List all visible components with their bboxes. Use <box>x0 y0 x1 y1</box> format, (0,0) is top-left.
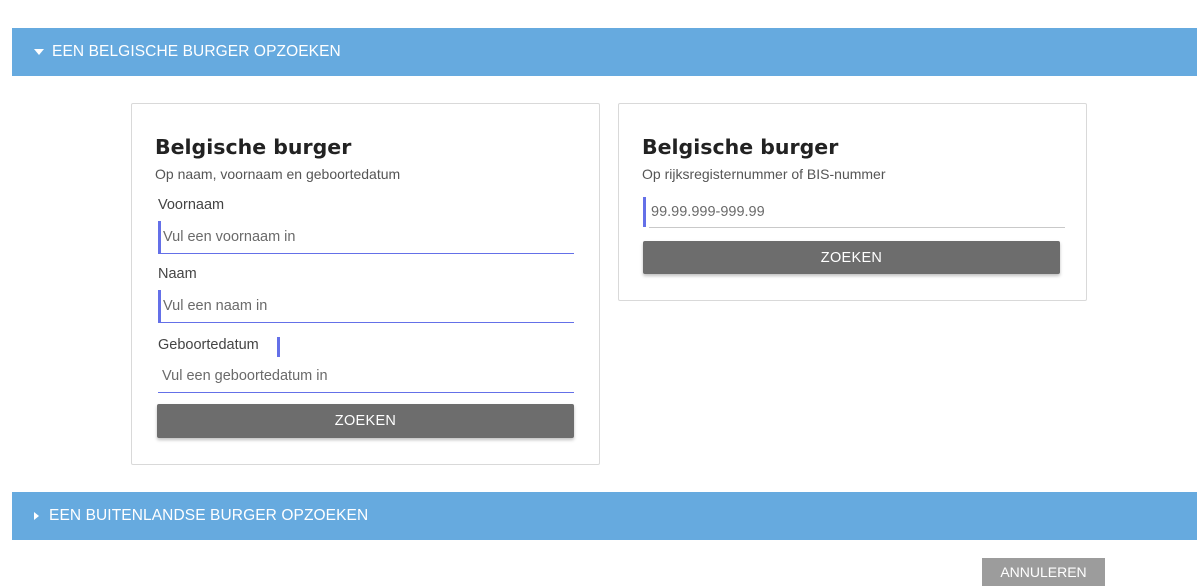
lastname-label: Naam <box>158 266 197 282</box>
card-subtitle: Op naam, voornaam en geboortedatum <box>155 166 401 182</box>
birthdate-field <box>158 360 574 393</box>
input-underline <box>158 391 574 393</box>
section-header-foreign[interactable]: EEN BUITENLANDSE BURGER OPZOEKEN <box>12 492 1197 540</box>
search-by-number-button[interactable]: ZOEKEN <box>643 241 1060 274</box>
input-underline <box>158 252 574 254</box>
card-subtitle: Op rijksregisternummer of BIS-nummer <box>642 166 886 182</box>
firstname-label: Voornaam <box>158 197 225 213</box>
lastname-field <box>158 290 574 323</box>
caret-right-icon <box>34 512 39 520</box>
lastname-input[interactable] <box>161 290 571 322</box>
input-underline <box>649 227 1065 228</box>
input-underline <box>158 321 574 323</box>
national-number-input[interactable] <box>646 197 1062 227</box>
card-title: Belgische burger <box>155 135 352 159</box>
firstname-field <box>158 221 574 254</box>
cancel-button[interactable]: ANNULEREN <box>982 558 1105 586</box>
birthdate-input[interactable] <box>158 360 574 392</box>
section-title-foreign: EEN BUITENLANDSE BURGER OPZOEKEN <box>49 507 369 524</box>
firstname-input[interactable] <box>161 221 571 253</box>
section-header-belgian[interactable]: EEN BELGISCHE BURGER OPZOEKEN <box>12 28 1197 76</box>
card-title: Belgische burger <box>642 135 839 159</box>
caret-down-icon <box>34 49 44 55</box>
birthdate-label: Geboortedatum <box>158 337 259 353</box>
number-search-card: Belgische burger Op rijksregisternummer … <box>618 103 1087 301</box>
name-search-card: Belgische burger Op naam, voornaam en ge… <box>131 103 600 465</box>
section-title-belgian: EEN BELGISCHE BURGER OPZOEKEN <box>52 43 341 60</box>
search-by-name-button[interactable]: ZOEKEN <box>157 404 574 438</box>
text-cursor-mark <box>277 337 280 357</box>
national-number-field <box>643 197 1065 228</box>
